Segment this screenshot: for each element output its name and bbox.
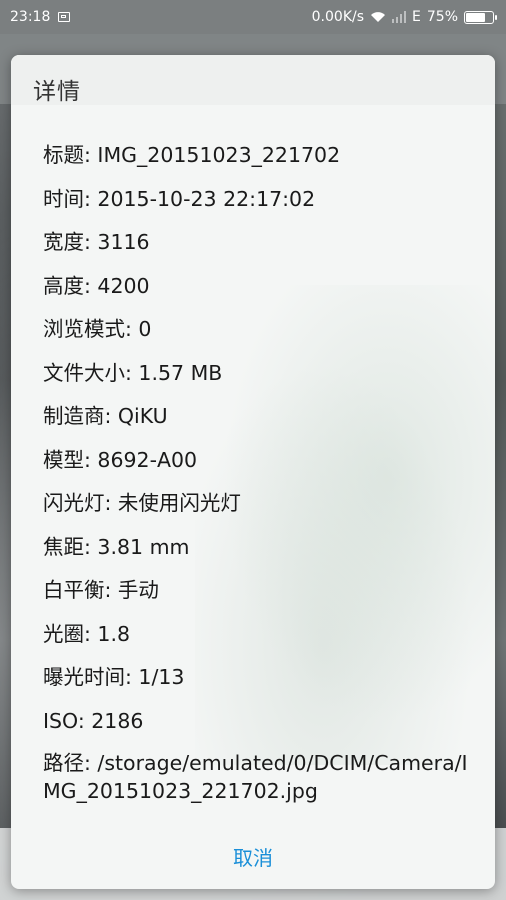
status-left: 23:18: [10, 9, 71, 25]
detail-row: 曝光时间: 1/13: [43, 665, 185, 689]
detail-row: 闪光灯: 未使用闪光灯: [43, 491, 241, 515]
status-bar: 23:18 0.00K/s E 75%: [0, 0, 506, 34]
dialog-header: [11, 55, 495, 105]
detail-row: 焦距: 3.81 mm: [43, 534, 190, 559]
detail-row: 高度: 4200: [43, 273, 150, 298]
signal-icon: [392, 11, 407, 23]
details-list: 标题: IMG_20151023_221702 时间: 2015-10-23 22…: [43, 140, 477, 819]
detail-row: 文件大小: 1.57 MB: [43, 360, 223, 385]
wifi-icon: [370, 11, 386, 23]
detail-row: 时间: 2015-10-23 22:17:02: [43, 186, 316, 211]
status-right: 0.00K/s E 75%: [311, 9, 497, 25]
battery-fill: [466, 12, 485, 22]
clock: 23:18: [10, 9, 51, 25]
detail-row: 宽度: 3116: [43, 230, 150, 254]
detail-row: 路径: /storage/emulated/0/DCIM/Camera/IMG_…: [43, 751, 468, 803]
network-speed: 0.00K/s: [311, 9, 365, 25]
detail-row: 制造商: QiKU: [43, 404, 168, 428]
battery-icon: [464, 10, 497, 24]
detail-row: 标题: IMG_20151023_221702: [43, 143, 341, 167]
battery-percent: 75%: [426, 9, 458, 25]
dialog-title: 详情: [33, 79, 81, 105]
network-type: E: [412, 9, 421, 25]
detail-row: 白平衡: 手动: [43, 578, 159, 602]
detail-row: ISO: 2186: [43, 708, 144, 733]
details-dialog: 详情 标题: IMG_20151023_221702 时间: 2015-10-23…: [11, 55, 495, 889]
detail-row: 浏览模式: 0: [43, 317, 152, 341]
screenshot-icon: [58, 12, 71, 22]
cancel-button[interactable]: 取消: [11, 823, 495, 889]
detail-row: 光圈: 1.8: [43, 621, 131, 646]
detail-row: 模型: 8692-A00: [43, 447, 198, 472]
